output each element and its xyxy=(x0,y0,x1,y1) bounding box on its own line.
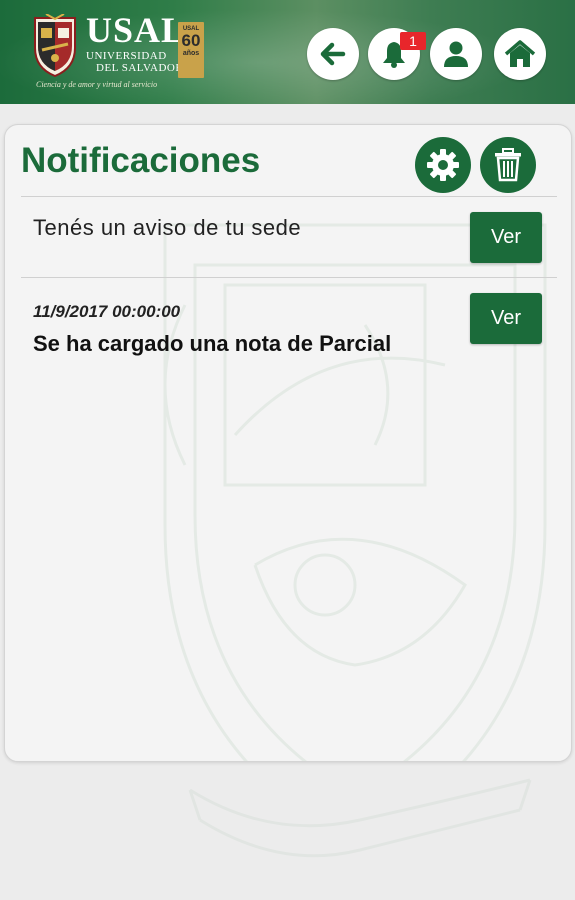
page-title: Notificaciones xyxy=(21,141,261,180)
app-header: USAL UNIVERSIDAD DEL SALVADOR Ciencia y … xyxy=(0,0,575,104)
home-button[interactable] xyxy=(494,28,546,80)
anniversary-badge: USAL 60 años xyxy=(178,22,204,78)
university-crest-icon xyxy=(34,14,76,78)
divider xyxy=(21,277,557,278)
back-button[interactable] xyxy=(307,28,359,80)
ribbon-watermark xyxy=(188,778,532,858)
divider xyxy=(21,196,557,197)
crest-watermark xyxy=(163,223,547,761)
delete-all-button[interactable] xyxy=(480,137,536,193)
logo-title: USAL xyxy=(86,10,187,50)
badge-number: 60 xyxy=(181,31,201,50)
notification-text: Tenés un aviso de tu sede xyxy=(33,215,302,240)
notification-count-badge: 1 xyxy=(400,32,426,50)
back-arrow-icon xyxy=(320,42,346,66)
home-icon xyxy=(504,40,536,67)
profile-button[interactable] xyxy=(430,28,482,80)
logo-university: UNIVERSIDAD xyxy=(86,50,167,62)
user-icon xyxy=(444,41,468,67)
settings-button[interactable] xyxy=(415,137,471,193)
notifications-card: Notificaciones Tenés un aviso de tu sede… xyxy=(4,124,572,762)
notification-title: Se ha cargado una nota de Parcial xyxy=(33,331,392,356)
view-notification-button[interactable]: Ver xyxy=(470,212,542,263)
badge-suffix: años xyxy=(182,50,200,57)
view-notification-button[interactable]: Ver xyxy=(470,293,542,344)
trash-icon xyxy=(495,148,521,182)
logo-motto: Ciencia y de amor y virtud al servicio xyxy=(36,80,158,89)
notification-date: 11/9/2017 00:00:00 xyxy=(33,302,181,321)
gear-icon xyxy=(427,149,459,181)
logo-salvador: DEL SALVADOR xyxy=(96,62,184,74)
